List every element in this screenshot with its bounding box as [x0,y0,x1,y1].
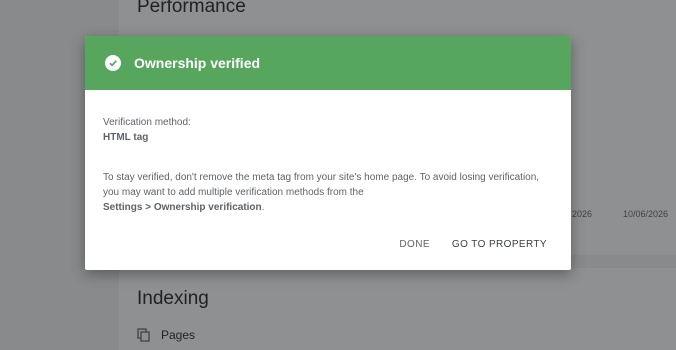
dialog-message-text: To stay verified, don't remove the meta … [103,172,540,198]
check-circle-icon [105,55,121,71]
ownership-verified-dialog: Ownership verified Verification method: … [85,36,571,270]
message-end: . [261,202,265,213]
dialog-body: Verification method: HTML tag To stay ve… [85,90,571,215]
verification-method-value: HTML tag [103,132,149,143]
dialog-actions: DONE GO TO PROPERTY [399,239,547,250]
dialog-message: To stay verified, don't remove the meta … [103,170,553,215]
dialog-title: Ownership verified [134,55,261,71]
settings-path: Settings > Ownership verification [103,202,262,213]
app-page: Performance 2026 10/06/2026 Indexing Pag… [0,0,676,350]
done-button[interactable]: DONE [399,239,430,250]
verification-method-label: Verification method: [103,117,191,128]
go-to-property-button[interactable]: GO TO PROPERTY [452,239,547,250]
dialog-header: Ownership verified [85,36,571,90]
